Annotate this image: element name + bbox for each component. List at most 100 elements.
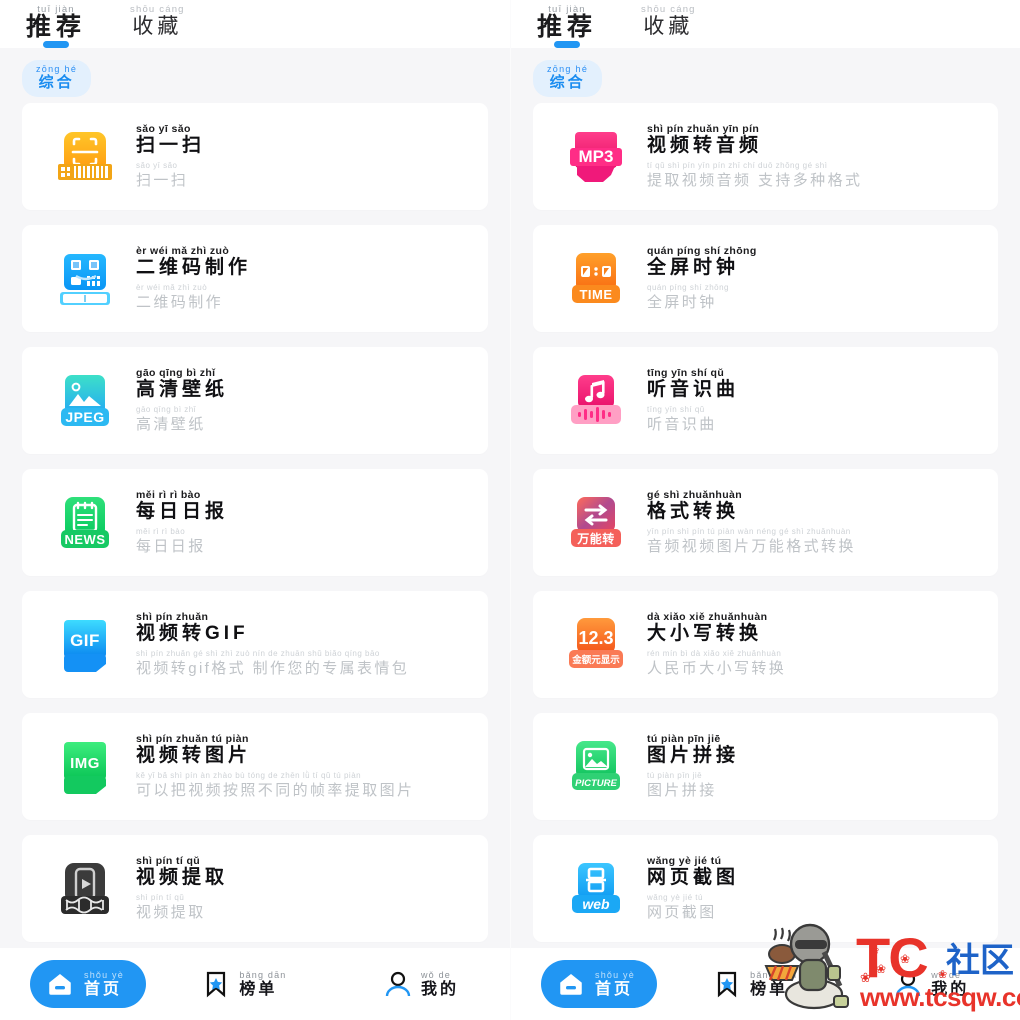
tool-card-texts: sǎo yī sǎo 扫一扫 sǎo yī sǎo 扫一扫 bbox=[136, 123, 472, 190]
tool-subtitle-pinyin: gāo qīng bì zhǐ bbox=[136, 405, 196, 414]
tool-card[interactable]: MP3 shì pín zhuǎn yīn pín 视频转音频 tí qǔ shì p… bbox=[533, 103, 998, 210]
tool-subtitle: 每日日报 bbox=[136, 538, 206, 555]
tool-card[interactable]: sǎo yī sǎo 扫一扫 sǎo yī sǎo 扫一扫 bbox=[22, 103, 488, 210]
nav-item-label: 首页 bbox=[84, 980, 123, 998]
tool-list-right[interactable]: MP3 shì pín zhuǎn yīn pín 视频转音频 tí qǔ shì p… bbox=[511, 103, 1020, 942]
tool-card-texts: shì pín zhuǎn 视频转GIF shì pín zhuǎn gé shì … bbox=[136, 611, 472, 678]
left-panel: tuī jiàn 推荐 shōu cáng 收藏 zōng hé 综合 sǎo … bbox=[0, 0, 510, 1020]
tool-subtitle-pinyin: quán píng shí zhōng bbox=[647, 283, 730, 292]
filter-chip-general[interactable]: zōng hé 综合 bbox=[22, 60, 92, 97]
nav-item-pinyin: wǒ de bbox=[931, 969, 962, 980]
user-icon bbox=[384, 970, 412, 998]
tool-subtitle: 听音识曲 bbox=[647, 416, 717, 433]
svg-text:MP3: MP3 bbox=[579, 147, 614, 166]
gif-convert-icon: GIF bbox=[54, 614, 116, 676]
filter-chip-row-right: zōng hé 综合 bbox=[511, 48, 1020, 103]
tab-recommend-right[interactable]: tuī jiàn 推荐 bbox=[537, 5, 597, 48]
svg-text:NEWS: NEWS bbox=[65, 532, 106, 547]
tool-card[interactable]: TIME quán píng shí zhōng 全屏时钟 quán píng shí… bbox=[533, 225, 998, 332]
svg-text:TIME: TIME bbox=[579, 287, 612, 302]
tool-card[interactable]: tīng yīn shí qǔ 听音识曲 tīng yīn shí qǔ 听音识曲 bbox=[533, 347, 998, 454]
nav-item-pinyin: shǒu yè bbox=[84, 969, 124, 980]
case-convert-icon: 12.3 金额元显示 bbox=[565, 614, 627, 676]
tab-favorites-right[interactable]: shōu cáng 收藏 bbox=[641, 5, 696, 48]
tool-list-left[interactable]: sǎo yī sǎo 扫一扫 sǎo yī sǎo 扫一扫 èr wéi mǎ zhì … bbox=[0, 103, 510, 942]
nav-item-label: 首页 bbox=[595, 980, 634, 998]
tab-list: tuī jiàn 推荐 shōu cáng 收藏 bbox=[0, 0, 510, 48]
user-icon bbox=[894, 970, 922, 998]
tool-title: 格式转换 bbox=[647, 501, 740, 522]
nav-item-home[interactable]: shǒu yè 首页 bbox=[30, 960, 146, 1008]
tool-subtitle: 网页截图 bbox=[647, 904, 717, 921]
tab-active-underline bbox=[43, 41, 69, 48]
svg-text:金额元显示: 金额元显示 bbox=[571, 654, 620, 666]
tool-card-texts: shì pín tí qǔ 视频提取 shì pín tí qǔ 视频提取 bbox=[136, 855, 472, 922]
tool-card[interactable]: 万能转 gé shì zhuǎnhuàn 格式转换 yīn pín shì pín t… bbox=[533, 469, 998, 576]
bottom-nav-left: shǒu yè 首页 bǎng dān 榜单 wǒ de 我的 bbox=[0, 948, 510, 1020]
tool-title: 图片拼接 bbox=[647, 745, 740, 766]
tool-subtitle-pinyin: tīng yīn shí qǔ bbox=[647, 405, 705, 414]
bookmark-icon bbox=[713, 970, 741, 998]
filter-chip-row: zōng hé 综合 bbox=[0, 48, 510, 103]
svg-text:IMG: IMG bbox=[70, 755, 100, 772]
svg-text:JPEG: JPEG bbox=[65, 409, 104, 425]
nav-item-text: shǒu yè 首页 bbox=[84, 970, 124, 999]
svg-text:12.3: 12.3 bbox=[578, 628, 613, 648]
tool-card[interactable]: web wǎng yè jié tú 网页截图 wǎng yè jié tú 网页截图 bbox=[533, 835, 998, 942]
tool-subtitle: 人民币大小写转换 bbox=[647, 660, 787, 677]
picture-stitch-icon: PICTURE bbox=[565, 736, 627, 798]
bottom-nav-right: shǒu yè 首页 bǎng dān 榜单 wǒ de 我的 bbox=[511, 948, 1020, 1020]
music-recognize-icon bbox=[565, 370, 627, 432]
tool-subtitle-pinyin: tú piàn pīn jiē bbox=[647, 771, 703, 780]
tool-card[interactable]: GIF shì pín zhuǎn 视频转GIF shì pín zhuǎn gé s… bbox=[22, 591, 488, 698]
tool-subtitle: 音频视频图片万能格式转换 bbox=[647, 538, 856, 555]
filter-chip-label-right: 综合 bbox=[549, 74, 586, 91]
tool-card[interactable]: NEWS měi rì rì bào 每日日报 měi rì rì bào 每日日报 bbox=[22, 469, 488, 576]
nav-item-label: 榜单 bbox=[239, 980, 278, 998]
tool-card[interactable]: IMG shì pín zhuǎn tú piàn 视频转图片 kě yǐ bǎ sh… bbox=[22, 713, 488, 820]
nav-item-user[interactable]: wǒ de 我的 bbox=[843, 948, 1020, 1020]
fullscreen-clock-icon: TIME bbox=[565, 248, 627, 310]
mp3-convert-icon: MP3 bbox=[565, 126, 627, 188]
tool-card[interactable]: 12.3 金额元显示 dà xiǎo xiě zhuǎnhuàn 大小写转换 rén m… bbox=[533, 591, 998, 698]
tool-card-texts: tú piàn pīn jiē 图片拼接 tú piàn pīn jiē 图片拼接 bbox=[647, 733, 982, 800]
tab-favorites[interactable]: shōu cáng 收藏 bbox=[130, 5, 185, 48]
nav-item-text: bǎng dān 榜单 bbox=[750, 970, 797, 999]
tool-subtitle-pinyin: kě yǐ bǎ shì pín àn zhào bù tóng de zhēn… bbox=[136, 771, 362, 780]
tool-subtitle: 高清壁纸 bbox=[136, 416, 206, 433]
tool-title: 视频转GIF bbox=[136, 623, 249, 644]
tab-recommend[interactable]: tuī jiàn 推荐 bbox=[26, 5, 86, 48]
format-convert-icon: 万能转 bbox=[565, 492, 627, 554]
nav-item-pinyin: shǒu yè bbox=[595, 969, 635, 980]
tool-subtitle-pinyin: wǎng yè jié tú bbox=[647, 893, 703, 902]
nav-item-pinyin: bǎng dān bbox=[750, 969, 798, 980]
tool-subtitle-pinyin: tí qǔ shì pín yīn pín zhī chí duō zhǒng … bbox=[647, 161, 828, 170]
tool-card-texts: wǎng yè jié tú 网页截图 wǎng yè jié tú 网页截图 bbox=[647, 855, 982, 922]
nav-item-text: shǒu yè 首页 bbox=[595, 970, 635, 999]
tool-title: 大小写转换 bbox=[647, 623, 763, 644]
nav-item-bookmark[interactable]: bǎng dān 榜单 bbox=[156, 948, 333, 1020]
nav-item-label: 我的 bbox=[420, 980, 459, 998]
filter-chip-general-right[interactable]: zōng hé 综合 bbox=[533, 60, 603, 97]
nav-item-bookmark[interactable]: bǎng dān 榜单 bbox=[667, 948, 844, 1020]
tool-card-texts: èr wéi mǎ zhì zuò 二维码制作 èr wéi mǎ zhì zuò 二… bbox=[136, 245, 472, 312]
tool-subtitle-pinyin: shì pín zhuǎn gé shì zhì zuò nín de zhuā… bbox=[136, 649, 380, 658]
video-extract-icon bbox=[54, 858, 116, 920]
tool-subtitle: 图片拼接 bbox=[647, 782, 717, 799]
nav-item-text: wǒ de 我的 bbox=[931, 970, 969, 999]
tool-card[interactable]: shì pín tí qǔ 视频提取 shì pín tí qǔ 视频提取 bbox=[22, 835, 488, 942]
tool-card[interactable]: JPEG gāo qīng bì zhǐ 高清壁纸 gāo qīng bì zhǐ 高清… bbox=[22, 347, 488, 454]
tool-subtitle-pinyin: shì pín tí qǔ bbox=[136, 893, 185, 902]
tool-subtitle-pinyin: yīn pín shì pín tú piàn wàn néng gé shì … bbox=[647, 527, 851, 536]
tool-title: 高清壁纸 bbox=[136, 379, 229, 400]
tool-card-texts: shì pín zhuǎn tú piàn 视频转图片 kě yǐ bǎ shì p… bbox=[136, 733, 472, 800]
tool-card[interactable]: èr wéi mǎ zhì zuò 二维码制作 èr wéi mǎ zhì zuò 二… bbox=[22, 225, 488, 332]
tool-card[interactable]: PICTURE tú piàn pīn jiē 图片拼接 tú piàn pīn ji… bbox=[533, 713, 998, 820]
nav-item-label: 榜单 bbox=[750, 980, 789, 998]
tool-title: 扫一扫 bbox=[136, 135, 206, 156]
tab-recommend-label-right: 推荐 bbox=[537, 13, 598, 41]
news-daily-icon: NEWS bbox=[54, 492, 116, 554]
qrcode-maker-icon bbox=[54, 248, 116, 310]
nav-item-user[interactable]: wǒ de 我的 bbox=[333, 948, 510, 1020]
nav-item-home[interactable]: shǒu yè 首页 bbox=[541, 960, 657, 1008]
